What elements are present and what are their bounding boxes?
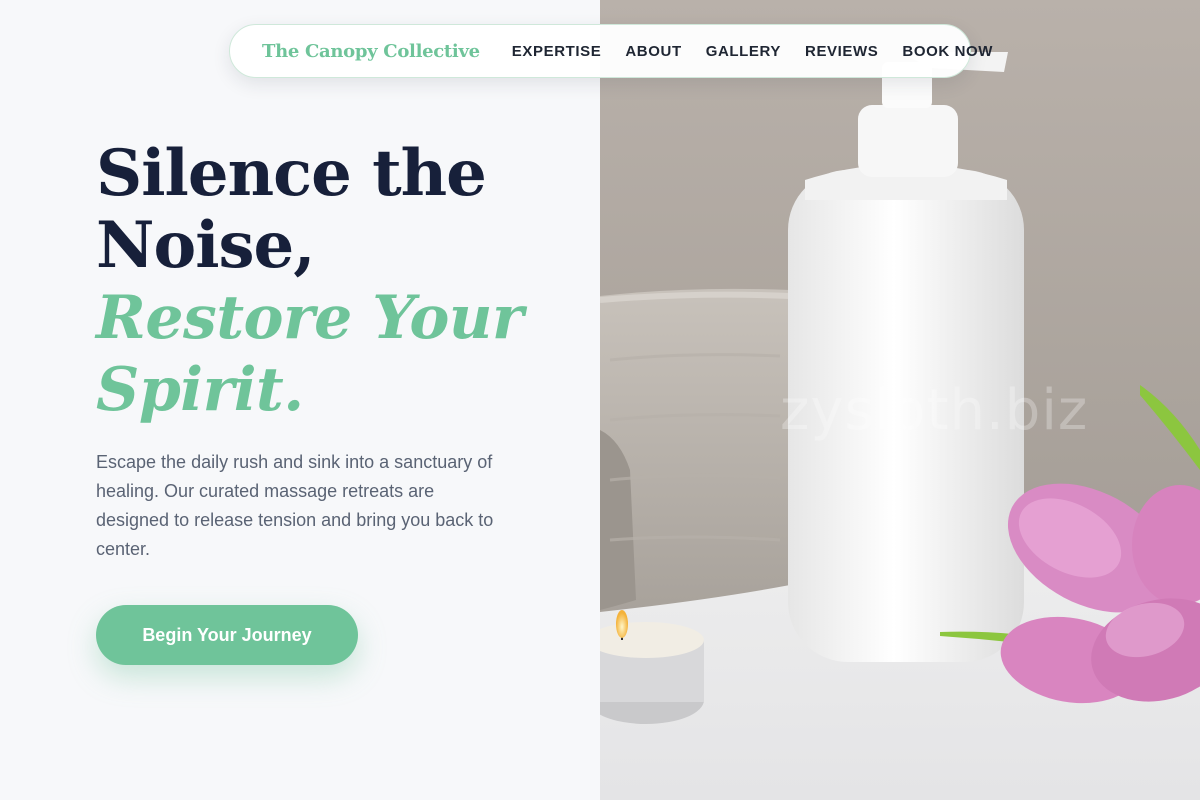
headline-accent-line-1: Restore Your bbox=[96, 283, 524, 353]
nav-link-gallery[interactable]: GALLERY bbox=[706, 43, 781, 60]
nav-link-book-now[interactable]: BOOK NOW bbox=[902, 43, 993, 60]
hero-left-panel: Silence the Noise, Restore Your Spirit. … bbox=[0, 0, 600, 800]
begin-journey-button[interactable]: Begin Your Journey bbox=[96, 605, 358, 665]
hero-headline: Silence the Noise, Restore Your Spirit. bbox=[96, 138, 576, 426]
nav-links: EXPERTISE ABOUT GALLERY REVIEWS BOOK NOW bbox=[512, 43, 993, 60]
folded-towel bbox=[600, 288, 791, 612]
headline-accent-line-2: Spirit. bbox=[96, 355, 304, 425]
headline-line-1: Silence the bbox=[96, 136, 487, 211]
top-navigation: The Canopy Collective EXPERTISE ABOUT GA… bbox=[229, 24, 992, 78]
nav-link-reviews[interactable]: REVIEWS bbox=[805, 43, 878, 60]
nav-link-expertise[interactable]: EXPERTISE bbox=[512, 43, 602, 60]
hero-intro-text: Escape the daily rush and sink into a sa… bbox=[96, 452, 494, 559]
headline-line-2: Noise, bbox=[96, 208, 316, 283]
watermark-text: zysloth.biz bbox=[780, 378, 1089, 443]
nav-link-about[interactable]: ABOUT bbox=[625, 43, 681, 60]
brand-logo[interactable]: The Canopy Collective bbox=[262, 41, 480, 62]
